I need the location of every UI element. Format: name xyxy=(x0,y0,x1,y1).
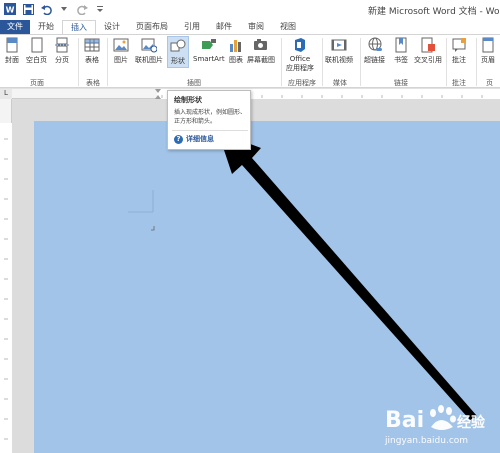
tooltip-divider xyxy=(172,130,248,131)
baidu-watermark: Bai 经验 jingyan.baidu.com xyxy=(383,399,497,449)
shapes-tooltip: 绘制形状 插入现成形状，例如圆形、正方形和箭头。 ? 详细信息 xyxy=(167,90,251,150)
tooltip-help-label: 详细信息 xyxy=(186,135,214,143)
help-icon: ? xyxy=(174,134,183,144)
tooltip-title: 绘制形状 xyxy=(174,96,202,104)
tooltip-help-link[interactable]: ? 详细信息 xyxy=(174,134,214,144)
svg-text:Bai: Bai xyxy=(385,408,424,433)
tooltip-description: 插入现成形状，例如圆形、正方形和箭头。 xyxy=(174,109,247,125)
annotation-arrow xyxy=(218,132,477,420)
baidu-logo: Bai 经验 jingyan.baidu.com xyxy=(384,405,486,446)
svg-text:经验: 经验 xyxy=(457,414,486,431)
svg-text:jingyan.baidu.com: jingyan.baidu.com xyxy=(384,436,468,446)
